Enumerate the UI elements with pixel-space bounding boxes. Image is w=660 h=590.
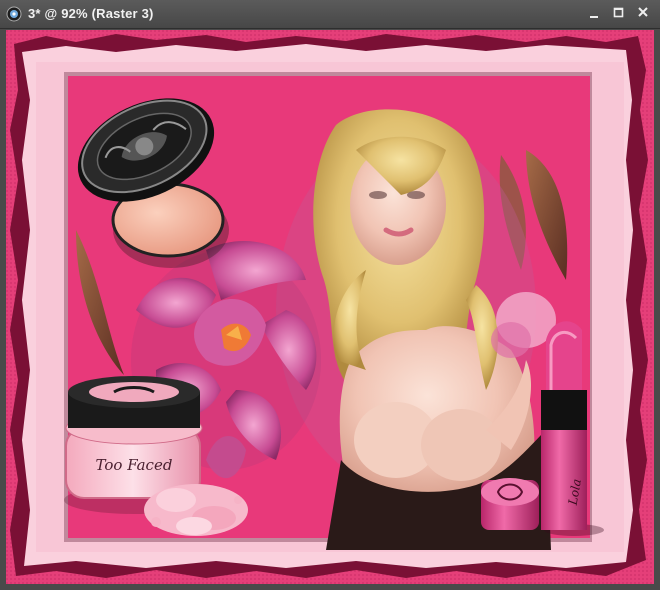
image-canvas[interactable]: Too Faced Lola [6, 30, 654, 584]
maximize-icon[interactable] [610, 5, 628, 21]
window-title: 3* @ 92% (Raster 3) [28, 6, 154, 21]
document-window: 3* @ 92% (Raster 3) Too Faced Lola [0, 0, 660, 590]
document-icon [6, 6, 22, 22]
powder-crumbs [144, 484, 248, 536]
artwork-svg: Too Faced Lola [6, 30, 654, 584]
close-icon[interactable] [634, 5, 652, 21]
minimize-icon[interactable] [586, 5, 604, 21]
title-bar[interactable]: 3* @ 92% (Raster 3) [0, 0, 660, 29]
jar-label: Too Faced [96, 456, 173, 474]
